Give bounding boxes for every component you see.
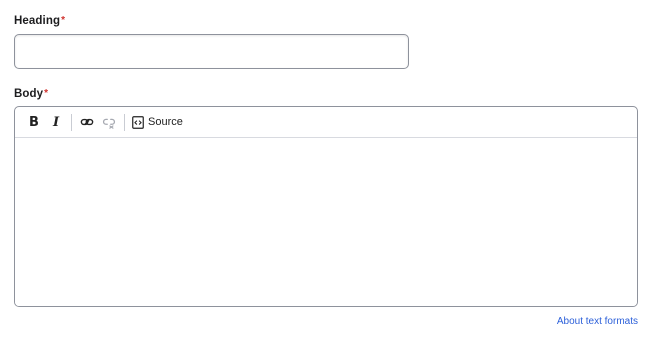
source-button-label: Source [148, 116, 183, 128]
about-text-formats-link[interactable]: About text formats [557, 316, 638, 327]
heading-field-label: Heading* [14, 15, 65, 27]
body-field-label: Body* [14, 88, 48, 100]
toolbar-separator [71, 113, 72, 131]
toolbar-separator [124, 113, 125, 131]
body-rich-text-editor: B I Source [14, 106, 638, 307]
body-editor-content[interactable] [15, 138, 637, 306]
heading-input[interactable] [14, 34, 409, 69]
body-required-marker: * [44, 88, 49, 99]
bold-button[interactable]: B [23, 111, 45, 133]
source-code-icon [132, 115, 144, 129]
unlink-button[interactable] [98, 111, 120, 133]
body-label-text: Body [14, 88, 44, 100]
heading-required-marker: * [61, 15, 66, 26]
editor-toolbar: B I Source [15, 107, 637, 138]
source-button[interactable]: Source [129, 111, 186, 133]
link-button[interactable] [76, 111, 98, 133]
heading-label-text: Heading [14, 15, 61, 27]
link-icon [80, 115, 94, 129]
italic-button[interactable]: I [45, 111, 67, 133]
unlink-icon [102, 115, 116, 129]
